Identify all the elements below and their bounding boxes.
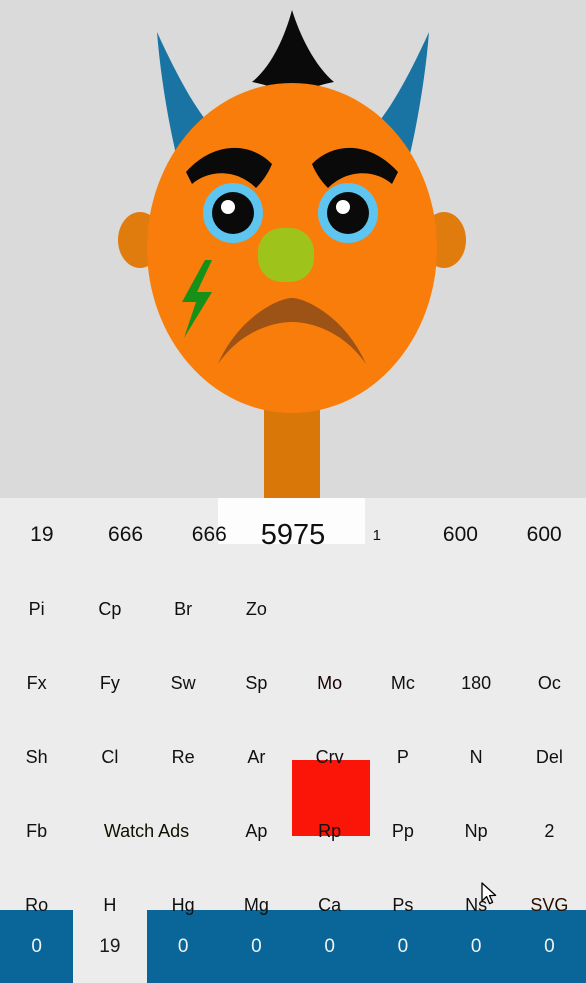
key-mc[interactable]: Mc xyxy=(366,646,439,720)
key-sp[interactable]: Sp xyxy=(220,646,293,720)
key-ca[interactable]: Ca xyxy=(293,868,366,942)
keypad-row-shapes: Pi Cp Br Zo xyxy=(0,572,586,646)
key-2[interactable]: 2 xyxy=(513,794,586,868)
key-br[interactable]: Br xyxy=(147,572,220,646)
keypad-row-values: 19 666 666 5975 1 600 600 xyxy=(0,498,586,572)
value-cell-5[interactable]: 600 xyxy=(419,498,503,572)
key-blank-3 xyxy=(440,572,513,646)
key-svg-export[interactable]: SVG xyxy=(513,868,586,942)
key-pp[interactable]: Pp xyxy=(366,794,439,868)
value-cell-4[interactable]: 1 xyxy=(335,498,419,572)
keypad-row-paths: Fb Watch Ads Ap Rp Pp Np 2 xyxy=(0,794,586,868)
key-ps[interactable]: Ps xyxy=(366,868,439,942)
key-zo[interactable]: Zo xyxy=(220,572,293,646)
tool-keypad[interactable]: 19 666 666 5975 1 600 600 Pi Cp Br Zo Fx… xyxy=(0,498,586,915)
monster-character-illustration xyxy=(118,10,466,498)
key-cp[interactable]: Cp xyxy=(73,572,146,646)
key-p[interactable]: P xyxy=(366,720,439,794)
value-cell-6[interactable]: 600 xyxy=(502,498,586,572)
active-value-field[interactable]: 5975 xyxy=(251,498,335,572)
head-tuft-shape xyxy=(252,10,334,90)
key-blank-2 xyxy=(366,572,439,646)
key-fy[interactable]: Fy xyxy=(73,646,146,720)
key-sw[interactable]: Sw xyxy=(147,646,220,720)
keypad-row-edit: Sh Cl Re Ar Crv P N Del xyxy=(0,720,586,794)
key-ro[interactable]: Ro xyxy=(0,868,73,942)
key-180[interactable]: 180 xyxy=(440,646,513,720)
key-crv[interactable]: Crv xyxy=(293,720,366,794)
key-sh[interactable]: Sh xyxy=(0,720,73,794)
value-cell-0[interactable]: 19 xyxy=(0,498,84,572)
app-root: 19 666 666 5975 1 600 600 Pi Cp Br Zo Fx… xyxy=(0,0,586,983)
key-rp[interactable]: Rp xyxy=(293,794,366,868)
key-fb[interactable]: Fb xyxy=(0,794,73,868)
key-del[interactable]: Del xyxy=(513,720,586,794)
key-re[interactable]: Re xyxy=(147,720,220,794)
key-cl[interactable]: Cl xyxy=(73,720,146,794)
left-eye-pupil xyxy=(212,192,254,234)
watch-ads-button[interactable]: Watch Ads xyxy=(73,794,220,868)
key-ap[interactable]: Ap xyxy=(220,794,293,868)
left-eye-glint xyxy=(221,200,235,214)
key-h[interactable]: H xyxy=(73,868,146,942)
key-pi[interactable]: Pi xyxy=(0,572,73,646)
key-mg[interactable]: Mg xyxy=(220,868,293,942)
keypad-row-export: Ro H Hg Mg Ca Ps Ns SVG xyxy=(0,868,586,942)
right-eye-pupil xyxy=(327,192,369,234)
key-mo[interactable]: Mo xyxy=(293,646,366,720)
key-blank-1 xyxy=(293,572,366,646)
key-ns[interactable]: Ns xyxy=(440,868,513,942)
key-blank-4 xyxy=(513,572,586,646)
keypad-row-transform: Fx Fy Sw Sp Mo Mc 180 Oc xyxy=(0,646,586,836)
drawing-canvas[interactable] xyxy=(0,0,586,498)
key-hg[interactable]: Hg xyxy=(147,868,220,942)
value-cell-2[interactable]: 666 xyxy=(167,498,251,572)
key-n[interactable]: N xyxy=(440,720,513,794)
nose-shape xyxy=(258,228,314,282)
key-np[interactable]: Np xyxy=(440,794,513,868)
right-eye-glint xyxy=(336,200,350,214)
value-cell-1[interactable]: 666 xyxy=(84,498,168,572)
key-ar[interactable]: Ar xyxy=(220,720,293,794)
key-oc[interactable]: Oc xyxy=(513,646,586,720)
key-fx[interactable]: Fx xyxy=(0,646,73,720)
